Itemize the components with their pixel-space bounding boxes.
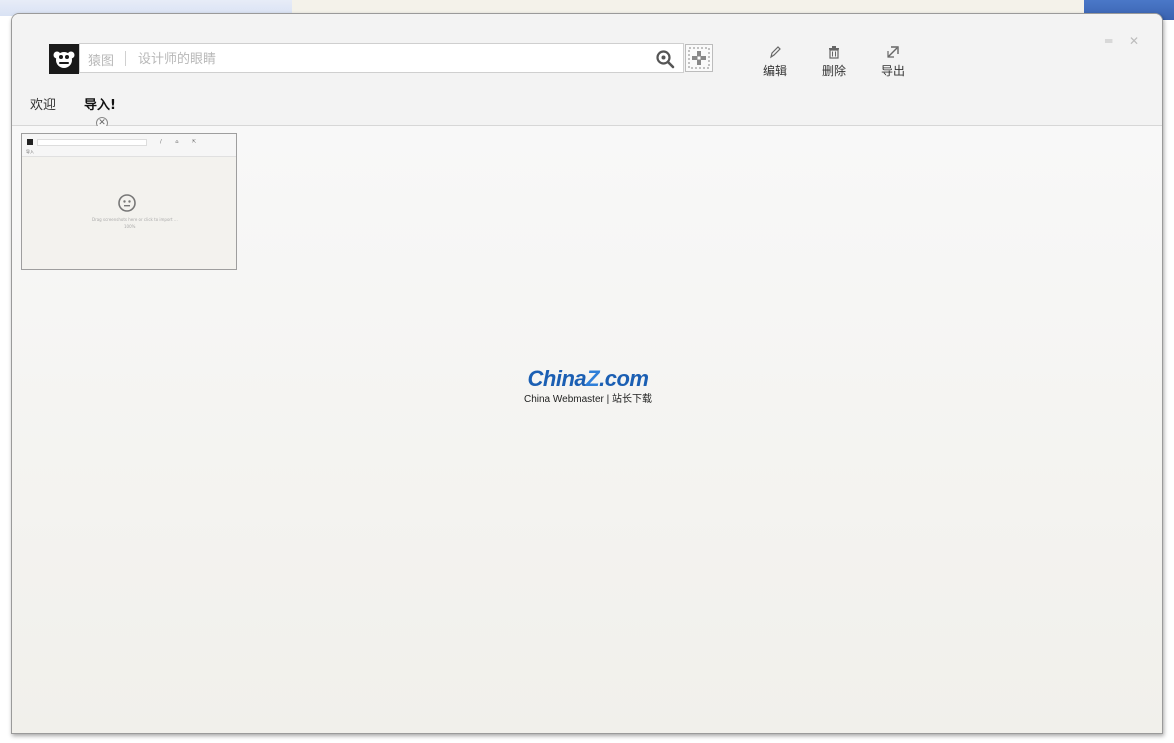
search-icon[interactable] <box>655 49 675 69</box>
thumbnail-zoom-text: 100% <box>124 224 136 229</box>
search-bar: 猿图 <box>79 43 684 73</box>
thumbnail-tools: / ⌂ ⇱ <box>160 139 203 145</box>
thumbnail-search <box>37 139 147 146</box>
edit-button[interactable]: 编辑 <box>755 41 795 79</box>
export-label: 导出 <box>880 64 905 78</box>
minimize-icon[interactable]: ═ <box>1105 34 1112 48</box>
export-button[interactable]: 导出 <box>873 41 913 79</box>
delete-label: 删除 <box>821 64 846 78</box>
edit-icon <box>755 41 795 59</box>
delete-button[interactable]: 删除 <box>814 41 854 79</box>
thumbnail-header: / ⌂ ⇱ 导入 <box>22 134 236 157</box>
watermark-logo-part2: Z <box>586 366 600 391</box>
capture-icon <box>688 47 710 69</box>
screenshot-thumbnail[interactable]: / ⌂ ⇱ 导入 Drag screenshots here or click … <box>21 133 237 270</box>
monkey-logo-icon <box>49 44 79 74</box>
edit-label: 编辑 <box>762 64 787 78</box>
brand-label: 猿图 <box>88 54 115 69</box>
tab-welcome[interactable]: 欢迎 <box>30 94 56 113</box>
watermark-logo: ChinaZ.com <box>513 366 663 392</box>
thumbnail-monkey-icon <box>118 194 136 212</box>
thumbnail-logo-icon <box>27 139 33 145</box>
header: 猿图 设计师的眼睛 编辑 删除 导出 ═ ✕ 欢迎 导入! <box>12 14 1162 126</box>
brand-divider <box>125 51 126 66</box>
thumbnail-tab-text: 导入 <box>26 149 34 154</box>
capture-button[interactable] <box>685 44 713 72</box>
watermark: ChinaZ.com China Webmaster | 站长下载 <box>513 366 663 405</box>
close-icon[interactable]: ✕ <box>1129 34 1139 48</box>
export-icon <box>873 41 913 59</box>
thumbnail-text-line: Drag screenshots here or click to import… <box>92 217 178 222</box>
search-input[interactable] <box>136 47 640 71</box>
watermark-subtitle: China Webmaster | 站长下载 <box>523 394 652 405</box>
tab-import[interactable]: 导入! <box>84 94 116 113</box>
trash-icon <box>814 41 854 59</box>
watermark-logo-part1: China <box>527 366 587 391</box>
watermark-logo-part3: .com <box>599 366 649 391</box>
app-window: 猿图 设计师的眼睛 编辑 删除 导出 ═ ✕ 欢迎 导入! ✕ / ⌂ ⇱ 导入… <box>11 13 1163 734</box>
main-content: / ⌂ ⇱ 导入 Drag screenshots here or click … <box>12 126 1162 733</box>
